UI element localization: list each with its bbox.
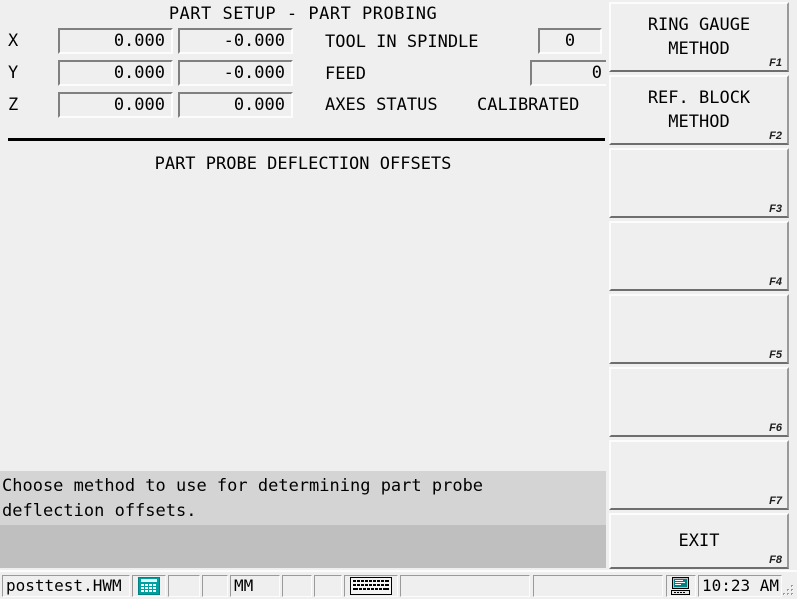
status-clock: 10:23 AM: [698, 575, 782, 597]
axis-row: Y 0.000 -0.000: [0, 60, 320, 86]
axis-label-z: Z: [8, 95, 19, 115]
computer-icon-cell[interactable]: [666, 575, 696, 597]
fkey-id-f6: F6: [769, 422, 782, 434]
status-cell-empty-4: [314, 575, 342, 597]
axis-offset-y[interactable]: -0.000: [178, 60, 293, 86]
status-bar: posttest.HWM MM 10:23 AM: [0, 570, 797, 599]
status-units: MM: [230, 575, 280, 597]
axis-label-y: Y: [8, 63, 19, 83]
status-cell-empty-1: [168, 575, 200, 597]
secondary-status-panel: [0, 525, 606, 568]
fkey-id-f5: F5: [769, 349, 782, 361]
mdi-keypad-icon-cell[interactable]: [132, 575, 166, 597]
header-divider: [8, 138, 605, 141]
fkey-id-f7: F7: [769, 495, 782, 507]
resize-grip-icon[interactable]: [781, 583, 795, 597]
keyboard-icon: [350, 577, 392, 595]
axis-position-y[interactable]: 0.000: [58, 60, 173, 86]
section-title: PART PROBE DEFLECTION OFFSETS: [154, 154, 452, 174]
page-title: PART SETUP - PART PROBING: [168, 4, 438, 24]
fkey-label-f2: REF. BLOCK METHOD: [647, 88, 751, 132]
fkey-id-f8: F8: [769, 554, 782, 566]
axis-position-x[interactable]: 0.000: [58, 28, 173, 54]
status-cell-empty-6: [533, 575, 663, 597]
fkey-id-f1: F1: [769, 57, 782, 69]
cnc-control-screen: PART SETUP - PART PROBING X 0.000 -0.000…: [0, 0, 797, 599]
fkey-button-f7[interactable]: F7: [609, 440, 789, 510]
tool-in-spindle-label: TOOL IN SPINDLE: [325, 32, 479, 52]
message-line-1: Choose method to use for determining par…: [2, 476, 484, 496]
feed-value[interactable]: 0: [530, 60, 608, 86]
computer-icon: [671, 576, 690, 595]
fkey-button-f3[interactable]: F3: [609, 148, 789, 218]
axis-offset-z[interactable]: 0.000: [178, 92, 293, 118]
calculator-icon: [138, 577, 160, 595]
fkey-button-f4[interactable]: F4: [609, 221, 789, 291]
fkey-button-f8-exit[interactable]: EXIT F8: [609, 513, 789, 569]
axis-row: X 0.000 -0.000: [0, 28, 320, 54]
status-file-name: posttest.HWM: [2, 575, 130, 597]
main-content-area: PART SETUP - PART PROBING X 0.000 -0.000…: [0, 0, 608, 570]
axis-label-x: X: [8, 31, 19, 51]
status-cell-empty-2: [202, 575, 228, 597]
axes-status-label: AXES STATUS: [325, 95, 438, 115]
message-panel: Choose method to use for determining par…: [0, 471, 606, 525]
fkey-id-f4: F4: [769, 276, 782, 288]
status-cell-empty-3: [282, 575, 312, 597]
message-line-2: deflection offsets.: [2, 501, 197, 521]
tool-in-spindle-value[interactable]: 0: [538, 28, 602, 54]
keyboard-icon-cell[interactable]: [344, 575, 398, 597]
status-cell-empty-5: [400, 575, 530, 597]
axis-offset-x[interactable]: -0.000: [178, 28, 293, 54]
fkey-label-f8: EXIT: [678, 531, 720, 551]
fkey-button-f1[interactable]: RING GAUGE METHOD F1: [609, 2, 789, 72]
fkey-id-f3: F3: [769, 203, 782, 215]
axes-status-value: CALIBRATED: [477, 95, 580, 115]
fkey-button-f6[interactable]: F6: [609, 367, 789, 437]
fkey-button-f2[interactable]: REF. BLOCK METHOD F2: [609, 75, 789, 145]
fkey-id-f2: F2: [769, 130, 782, 142]
fkey-button-f5[interactable]: F5: [609, 294, 789, 364]
fkey-label-f1: RING GAUGE METHOD: [647, 15, 751, 59]
axis-row: Z 0.000 0.000: [0, 92, 320, 118]
feed-label: FEED: [325, 64, 366, 84]
axis-position-z[interactable]: 0.000: [58, 92, 173, 118]
function-key-bar: RING GAUGE METHOD F1 REF. BLOCK METHOD F…: [606, 0, 797, 570]
